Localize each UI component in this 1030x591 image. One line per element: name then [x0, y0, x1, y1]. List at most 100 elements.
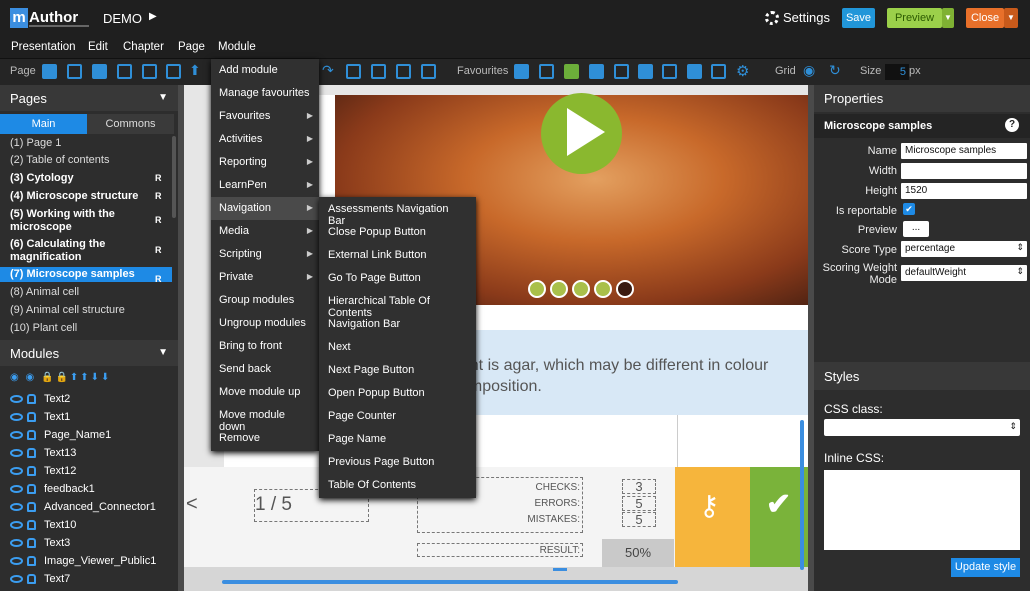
- lock-icon[interactable]: [27, 430, 36, 440]
- page-item[interactable]: (4) Microscope structure: [0, 190, 172, 203]
- grid-size-input[interactable]: 5: [885, 64, 909, 80]
- page-item[interactable]: (5) Working with the microscope: [0, 208, 150, 234]
- navigation-submenu-item[interactable]: Hierarchical Table Of Contents: [319, 289, 476, 319]
- navigation-submenu-item[interactable]: Previous Page Button: [319, 450, 476, 473]
- help-icon[interactable]: ?: [1005, 118, 1019, 132]
- menu-edit[interactable]: Edit: [88, 41, 108, 53]
- lock-icon[interactable]: [27, 502, 36, 512]
- eye-icon[interactable]: [10, 521, 23, 529]
- prop-width-input[interactable]: [901, 163, 1027, 179]
- menu-page[interactable]: Page: [178, 41, 205, 53]
- navigation-submenu-item[interactable]: Open Popup Button: [319, 381, 476, 404]
- page-item[interactable]: (8) Animal cell: [0, 286, 172, 299]
- context-menu-item[interactable]: Scripting ▶: [211, 243, 319, 266]
- context-menu-item[interactable]: Move module down: [211, 404, 319, 433]
- lock-icon[interactable]: [27, 538, 36, 548]
- settings-button[interactable]: Settings: [765, 10, 830, 25]
- fav-icon-2[interactable]: [539, 64, 554, 79]
- css-class-select[interactable]: ⇕: [824, 419, 1020, 436]
- align-icon-2[interactable]: [371, 64, 386, 79]
- horizontal-scrollbar[interactable]: [222, 580, 678, 584]
- prop-name-input[interactable]: Microscope samples: [901, 143, 1027, 159]
- eye-icon[interactable]: [10, 395, 23, 403]
- lock-icon[interactable]: [27, 520, 36, 530]
- fav-icon-1[interactable]: [514, 64, 529, 79]
- resize-handle[interactable]: [553, 568, 567, 571]
- page-item[interactable]: (10) Plant cell: [0, 322, 172, 335]
- preview-edit-button[interactable]: ...: [903, 221, 929, 237]
- import-page-icon[interactable]: [92, 64, 107, 79]
- align-icon-3[interactable]: [396, 64, 411, 79]
- context-menu-item[interactable]: Private ▶: [211, 266, 319, 289]
- navigation-submenu-item[interactable]: Page Name: [319, 427, 476, 450]
- context-menu-item[interactable]: Ungroup modules: [211, 312, 319, 335]
- menu-chapter[interactable]: Chapter: [123, 41, 164, 53]
- arrow-up-icon[interactable]: ⬆: [189, 62, 201, 79]
- module-list-item[interactable]: Text7: [10, 572, 70, 586]
- show-answers-button[interactable]: ⚷: [675, 467, 750, 567]
- eye-icon[interactable]: [10, 467, 23, 475]
- context-menu-item[interactable]: Remove: [211, 427, 319, 450]
- save-button[interactable]: Save: [842, 8, 875, 28]
- page-item[interactable]: (9) Animal cell structure: [0, 304, 172, 317]
- menu-presentation[interactable]: Presentation: [11, 41, 76, 53]
- context-menu-item[interactable]: Add module: [211, 59, 319, 82]
- lock-icon[interactable]: [27, 556, 36, 566]
- context-menu-item[interactable]: LearnPen ▶: [211, 174, 319, 197]
- tab-main[interactable]: Main: [0, 114, 87, 134]
- fav-icon-8[interactable]: [687, 64, 702, 79]
- add-chapter-icon[interactable]: [67, 64, 82, 79]
- fav-text-icon[interactable]: [662, 64, 677, 79]
- page-item[interactable]: (3) Cytology: [0, 172, 172, 185]
- context-menu-item[interactable]: Manage favourites: [211, 82, 319, 105]
- gear-icon[interactable]: ⚙: [736, 62, 749, 80]
- score-type-select[interactable]: percentage ⇕: [901, 241, 1027, 257]
- lock-icon[interactable]: [27, 466, 36, 476]
- context-menu-item[interactable]: Media ▶: [211, 220, 319, 243]
- module-list-item[interactable]: Image_Viewer_Public1: [10, 554, 156, 568]
- fav-icon-5[interactable]: [614, 64, 629, 79]
- module-list-item[interactable]: Text1: [10, 410, 70, 424]
- align-icon-4[interactable]: [421, 64, 436, 79]
- eye-icon[interactable]: ◉: [803, 62, 815, 79]
- context-menu-item[interactable]: Favourites ▶: [211, 105, 319, 128]
- navigation-submenu-item[interactable]: Go To Page Button: [319, 266, 476, 289]
- context-menu-item[interactable]: Navigation ▶: [211, 197, 319, 220]
- slide-dot-5[interactable]: [616, 280, 634, 298]
- caret-down-icon[interactable]: ▼: [158, 347, 168, 358]
- context-menu-item[interactable]: Reporting ▶: [211, 151, 319, 174]
- prev-arrow[interactable]: <: [186, 493, 198, 516]
- module-toolbar-icons[interactable]: ◉ ◉ 🔒🔒⬆⬆⬇⬇: [10, 372, 111, 383]
- page-item[interactable]: (2) Table of contents: [0, 154, 172, 167]
- eye-icon[interactable]: [10, 485, 23, 493]
- eye-icon[interactable]: [10, 413, 23, 421]
- lock-icon[interactable]: [27, 412, 36, 422]
- inline-css-textarea[interactable]: [824, 470, 1020, 550]
- fav-icon-4[interactable]: [589, 64, 604, 79]
- snap-icon[interactable]: ↻: [829, 62, 841, 79]
- update-style-button[interactable]: Update style: [951, 558, 1020, 577]
- module-list-item[interactable]: feedback1: [10, 482, 95, 496]
- fav-image-icon[interactable]: [564, 64, 579, 79]
- eye-icon[interactable]: [10, 503, 23, 511]
- page-item[interactable]: (6) Calculating the magnification: [0, 238, 150, 264]
- module-list-item[interactable]: Text2: [10, 392, 70, 406]
- fav-video-icon[interactable]: [711, 64, 726, 79]
- navigation-submenu-item[interactable]: Close Popup Button: [319, 220, 476, 243]
- navigation-submenu-item[interactable]: External Link Button: [319, 243, 476, 266]
- navigation-submenu-item[interactable]: Next Page Button: [319, 358, 476, 381]
- prop-height-input[interactable]: 1520: [901, 183, 1027, 199]
- caret-down-icon[interactable]: ▼: [158, 92, 168, 103]
- navigation-submenu-item[interactable]: Navigation Bar: [319, 312, 476, 335]
- context-menu-item[interactable]: Send back: [211, 358, 319, 381]
- navigation-submenu-item[interactable]: Page Counter: [319, 404, 476, 427]
- lock-icon[interactable]: [27, 394, 36, 404]
- module-list-item[interactable]: Text3: [10, 536, 70, 550]
- module-list-item[interactable]: Advanced_Connector1: [10, 500, 156, 514]
- navigation-submenu-item[interactable]: Next: [319, 335, 476, 358]
- context-menu-item[interactable]: Group modules: [211, 289, 319, 312]
- menu-module[interactable]: Module: [218, 41, 256, 53]
- vertical-scrollbar[interactable]: [800, 420, 804, 570]
- tab-commons[interactable]: Commons: [87, 114, 174, 134]
- paste-page-icon[interactable]: [142, 64, 157, 79]
